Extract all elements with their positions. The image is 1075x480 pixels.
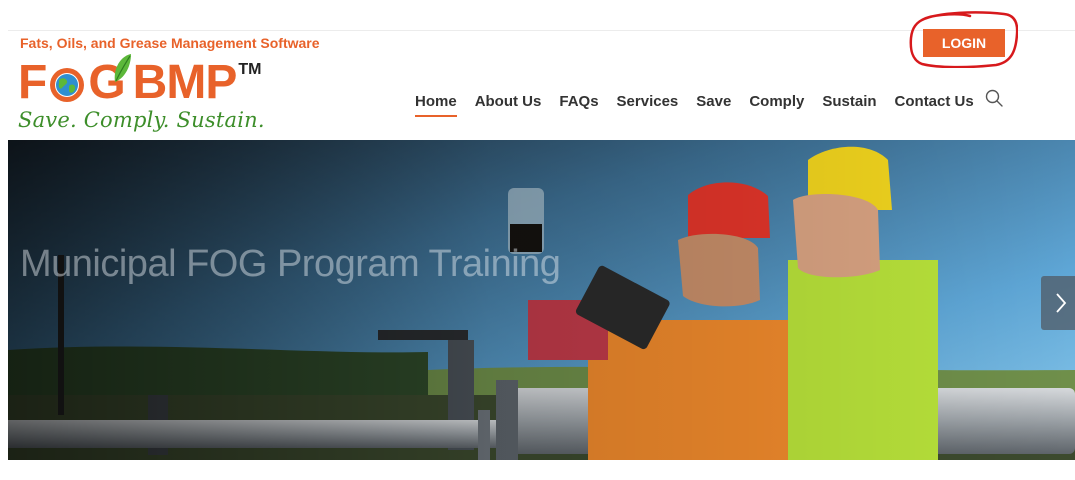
page: Fats, Oils, and Grease Management Softwa… <box>0 0 1075 480</box>
login-button[interactable]: LOGIN <box>923 29 1005 57</box>
nav-item-about-us[interactable]: About Us <box>475 93 542 110</box>
slider-next-button[interactable] <box>1041 276 1075 330</box>
logo-letters-bmp: BMP <box>132 56 238 109</box>
hero-slider: Municipal FOG Program Training <box>8 140 1075 460</box>
nav-item-services[interactable]: Services <box>617 93 679 110</box>
search-icon[interactable] <box>985 89 1003 107</box>
nav-item-contact-us[interactable]: Contact Us <box>895 93 974 110</box>
globe-icon <box>50 68 85 102</box>
main-nav: Home About Us FAQs Services Save Comply … <box>415 88 992 117</box>
nav-item-sustain[interactable]: Sustain <box>822 93 876 110</box>
nav-item-home[interactable]: Home <box>415 93 457 117</box>
login-area: LOGIN <box>908 10 1018 68</box>
nav-item-faqs[interactable]: FAQs <box>559 93 598 110</box>
logo-slogan: Save. Comply. Sustain. <box>18 108 265 132</box>
chevron-right-icon <box>1056 293 1067 313</box>
hero-title: Municipal FOG Program Training <box>20 243 561 285</box>
logo-wordmark: F G BMP TM <box>18 54 262 109</box>
leaf-icon <box>114 54 131 82</box>
fogbmp-logo[interactable]: F G BMP TM Save. Comply. Sustain. <box>18 54 265 136</box>
nav-item-save[interactable]: Save <box>696 93 731 110</box>
trademark-mark: TM <box>238 61 262 78</box>
nav-item-comply[interactable]: Comply <box>749 93 804 110</box>
header-tagline: Fats, Oils, and Grease Management Softwa… <box>20 35 320 51</box>
hero-image <box>8 140 1075 460</box>
logo-letter-f: F <box>18 56 47 109</box>
